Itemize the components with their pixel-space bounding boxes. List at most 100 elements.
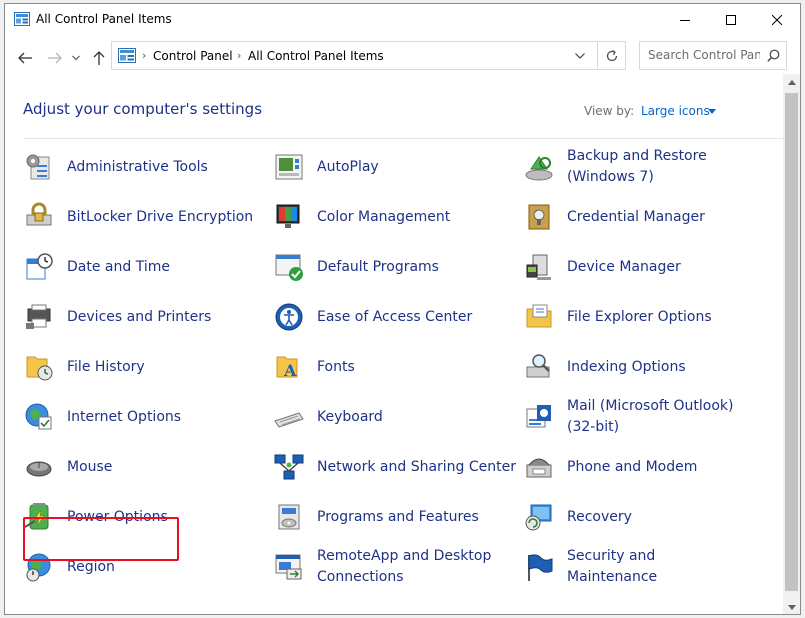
control-panel-item[interactable]: File Explorer Options <box>523 295 712 339</box>
power-options-highlight <box>23 517 179 561</box>
arrow-left-icon <box>18 52 32 64</box>
item-label[interactable]: Administrative Tools <box>67 157 208 178</box>
keyboard-icon <box>274 412 304 428</box>
item-label[interactable]: Default Programs <box>317 257 439 278</box>
item-label[interactable]: Fonts <box>317 357 355 378</box>
caret-down-icon <box>787 605 796 610</box>
control-panel-item[interactable]: Security and Maintenance <box>523 545 747 589</box>
vertical-scrollbar[interactable] <box>783 74 800 614</box>
breadcrumb-all-items[interactable]: All Control Panel Items <box>248 49 384 63</box>
color-management-icon <box>276 204 300 228</box>
scroll-up-button[interactable] <box>783 74 800 91</box>
item-label[interactable]: BitLocker Drive Encryption <box>67 207 253 228</box>
back-button[interactable] <box>15 48 35 68</box>
control-panel-item[interactable]: Internet Options <box>23 395 181 439</box>
item-label[interactable]: Mouse <box>67 457 112 478</box>
control-panel-item[interactable]: Credential Manager <box>523 195 705 239</box>
control-panel-item[interactable]: Network and Sharing Center <box>273 445 516 489</box>
recovery-icon <box>525 504 552 531</box>
network-sharing-icon <box>274 454 304 480</box>
svg-text:A: A <box>283 361 297 380</box>
minimize-button[interactable] <box>662 4 708 36</box>
control-panel-item[interactable]: Phone and Modem <box>523 445 697 489</box>
control-panel-item[interactable]: Mail (Microsoft Outlook) (32-bit) <box>523 395 747 439</box>
administrative-tools-icon <box>26 154 50 180</box>
item-label[interactable]: Internet Options <box>67 407 181 428</box>
indexing-options-icon <box>526 354 550 378</box>
autoplay-icon <box>275 154 303 180</box>
control-panel-item[interactable]: Device Manager <box>523 245 681 289</box>
breadcrumb-separator-icon: › <box>142 49 147 62</box>
item-label[interactable]: Mail (Microsoft Outlook) (32-bit) <box>567 396 747 438</box>
bitlocker-icon <box>26 202 52 226</box>
recent-locations-button[interactable] <box>69 48 83 68</box>
scrollbar-thumb[interactable] <box>785 93 798 591</box>
control-panel-item[interactable]: Programs and Features <box>273 495 479 539</box>
control-panel-item[interactable]: Indexing Options <box>523 345 686 389</box>
remoteapp-icon <box>275 554 302 580</box>
control-panel-item[interactable]: Devices and Printers <box>23 295 211 339</box>
security-maintenance-icon <box>528 554 553 581</box>
window-title: All Control Panel Items <box>36 12 172 26</box>
control-panel-item[interactable]: Color Management <box>273 195 450 239</box>
item-label[interactable]: Device Manager <box>567 257 681 278</box>
control-panel-item[interactable]: File History <box>23 345 145 389</box>
search-box <box>639 41 787 70</box>
refresh-button[interactable] <box>597 42 626 69</box>
navigation-bar: › Control Panel › All Control Panel Item… <box>5 40 800 74</box>
file-history-icon <box>26 356 53 381</box>
internet-options-icon <box>25 403 52 430</box>
item-label[interactable]: Recovery <box>567 507 632 528</box>
backup-restore-icon <box>525 156 553 181</box>
control-panel-item[interactable]: Date and Time <box>23 245 170 289</box>
item-label[interactable]: Devices and Printers <box>67 307 211 328</box>
item-label[interactable]: Programs and Features <box>317 507 479 528</box>
control-panel-item[interactable]: Administrative Tools <box>23 145 208 189</box>
control-panel-item[interactable]: Recovery <box>523 495 632 539</box>
maximize-icon <box>726 15 736 25</box>
control-panel-item[interactable]: Default Programs <box>273 245 439 289</box>
item-label[interactable]: Phone and Modem <box>567 457 697 478</box>
item-label[interactable]: Indexing Options <box>567 357 686 378</box>
control-panel-item[interactable]: Keyboard <box>273 395 383 439</box>
refresh-icon <box>606 49 618 61</box>
control-panel-item[interactable]: Backup and Restore (Windows 7) <box>523 145 747 189</box>
item-label[interactable]: Ease of Access Center <box>317 307 472 328</box>
address-bar[interactable]: › Control Panel › All Control Panel Item… <box>111 41 626 70</box>
item-label[interactable]: AutoPlay <box>317 157 379 178</box>
control-panel-item[interactable]: Mouse <box>23 445 112 489</box>
control-panel-item[interactable]: RemoteApp and Desktop Connections <box>273 545 517 589</box>
address-history-button[interactable] <box>568 42 592 69</box>
chevron-down-icon <box>72 55 80 61</box>
item-label[interactable]: Credential Manager <box>567 207 705 228</box>
item-label[interactable]: File History <box>67 357 145 378</box>
ease-of-access-icon <box>275 303 303 331</box>
control-panel-item[interactable]: AutoPlay <box>273 145 379 189</box>
forward-button[interactable] <box>45 48 65 68</box>
device-manager-icon <box>526 254 551 280</box>
caret-up-icon <box>787 80 796 85</box>
up-button[interactable] <box>89 48 109 68</box>
item-label[interactable]: Color Management <box>317 207 450 228</box>
search-input[interactable] <box>648 48 760 62</box>
item-label[interactable]: Security and Maintenance <box>567 546 747 588</box>
item-label[interactable]: Backup and Restore (Windows 7) <box>567 146 747 188</box>
chevron-down-icon <box>575 52 585 59</box>
file-explorer-options-icon <box>526 304 552 328</box>
scroll-down-button[interactable] <box>783 599 800 614</box>
item-label[interactable]: File Explorer Options <box>567 307 712 328</box>
item-label[interactable]: Network and Sharing Center <box>317 457 516 478</box>
control-panel-item[interactable]: Ease of Access Center <box>273 295 472 339</box>
minimize-icon <box>680 20 690 21</box>
item-label[interactable]: Keyboard <box>317 407 383 428</box>
devices-printers-icon <box>26 304 51 329</box>
item-label[interactable]: Date and Time <box>67 257 170 278</box>
control-panel-item[interactable]: BitLocker Drive Encryption <box>23 195 253 239</box>
item-label[interactable]: RemoteApp and Desktop Connections <box>317 546 517 588</box>
breadcrumb-control-panel[interactable]: Control Panel <box>153 49 233 63</box>
control-panel-item[interactable]: A Fonts <box>273 345 355 389</box>
close-button[interactable] <box>754 4 800 36</box>
mouse-icon <box>26 461 52 477</box>
search-icon[interactable] <box>767 49 780 62</box>
maximize-button[interactable] <box>708 4 754 36</box>
